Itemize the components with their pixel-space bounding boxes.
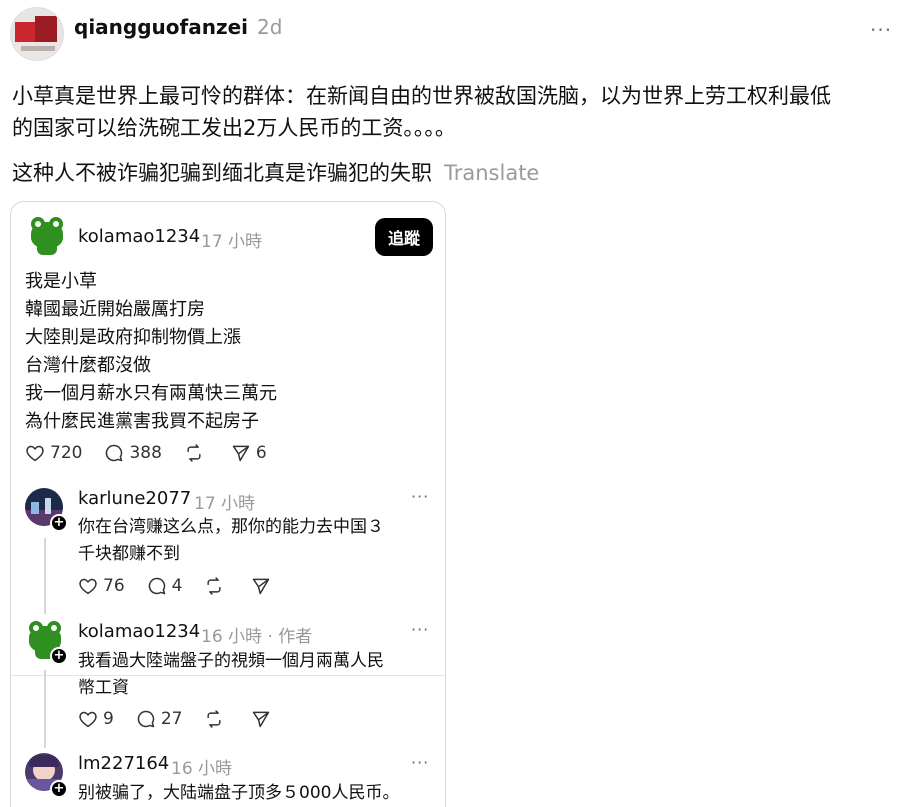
reply-text: 你在台湾赚这么点，那你的能力去中国３ 千块都赚不到 — [78, 514, 428, 568]
reply-username[interactable]: karlune2077 — [78, 488, 191, 509]
like-button[interactable]: 720 — [25, 443, 82, 463]
like-button[interactable]: 76 — [78, 576, 125, 596]
reply-actions: 9 27 — [78, 709, 298, 729]
reply-text: 我看過大陸端盤子的視頻一個月兩萬人民 幣工資 — [78, 648, 428, 702]
frog-avatar-icon[interactable] — [27, 216, 67, 256]
plus-icon[interactable]: + — [50, 514, 68, 532]
quote-line: 大陸則是政府抑制物價上漲 — [25, 327, 241, 348]
like-count: 9 — [103, 709, 114, 729]
comment-count: 27 — [160, 709, 183, 729]
quote-time: 17 小時 — [201, 232, 263, 252]
post-text-line: 这种人不被诈骗犯骗到缅北真是诈骗犯的失职 — [12, 161, 432, 185]
comment-bubble-icon — [137, 710, 155, 728]
reply-line: 千块都赚不到 — [78, 544, 180, 564]
like-count: 720 — [50, 443, 83, 463]
repost-icon — [187, 444, 201, 462]
send-icon — [232, 445, 250, 462]
like-count: 76 — [103, 576, 125, 596]
repost-icon — [207, 577, 222, 595]
reply-time: 17 小時 — [194, 494, 256, 514]
reply-username[interactable]: kolamao1234 — [78, 621, 200, 642]
comment-bubble-icon — [106, 444, 123, 462]
quote-line: 我是小草 — [25, 271, 97, 292]
quote-username[interactable]: kolamao1234 — [78, 226, 200, 247]
more-dots-icon[interactable]: ··· — [411, 620, 429, 639]
comment-count: 4 — [171, 576, 183, 596]
follow-button[interactable]: 追蹤 — [375, 218, 433, 256]
post-header — [10, 6, 64, 62]
share-button[interactable] — [251, 709, 276, 729]
post-text-line: 的国家可以给洗碗工发出2万人民币的工资。。。。 — [12, 116, 456, 140]
thread-line — [44, 538, 46, 614]
quote-text: 我是小草 韓國最近開始嚴厲打房 大陸則是政府抑制物價上漲 台灣什麼都沒做 我一個… — [25, 268, 277, 436]
repost-icon — [207, 710, 222, 728]
heart-icon — [79, 578, 97, 595]
reply-line: 我看過大陸端盤子的視頻一個月兩萬人民 — [78, 651, 384, 671]
repost-button[interactable] — [204, 576, 229, 596]
comment-button[interactable]: 27 — [136, 709, 183, 729]
post-body-second: 这种人不被诈骗犯骗到缅北真是诈骗犯的失职 Translate — [12, 157, 897, 189]
plus-icon[interactable]: + — [50, 647, 68, 665]
reply-time: 16 小時 — [171, 759, 233, 779]
comment-count: 388 — [129, 443, 162, 463]
reply-text: 别被骗了，大陆端盘子顶多５000人民币。 — [78, 780, 428, 807]
share-button[interactable]: 6 — [231, 443, 267, 463]
post-body: 小草真是世界上最可怜的群体：在新闻自由的世界被敌国洗脑，以为世界上劳工权利最低 … — [12, 80, 897, 144]
share-count: 6 — [255, 443, 267, 463]
repost-button[interactable] — [184, 443, 209, 463]
reply-actions: 76 4 — [78, 576, 298, 596]
share-button[interactable] — [251, 576, 276, 596]
send-icon — [253, 578, 270, 595]
repost-button[interactable] — [204, 709, 229, 729]
heart-icon — [79, 711, 97, 728]
heart-icon — [26, 445, 44, 462]
thread-line — [44, 670, 46, 748]
comment-bubble-icon — [148, 577, 165, 595]
comment-button[interactable]: 4 — [147, 576, 183, 596]
quote-line: 台灣什麼都沒做 — [25, 355, 151, 376]
reply-time: 16 小時 · 作者 — [201, 627, 313, 647]
quote-actions: 720 388 6 — [25, 443, 289, 463]
reply-line: 你在台湾赚这么点，那你的能力去中国３ — [78, 517, 384, 537]
quote-line: 我一個月薪水只有兩萬快三萬元 — [25, 383, 277, 404]
more-dots-icon[interactable]: ··· — [870, 18, 892, 42]
quote-line: 為什麼民進黨害我買不起房子 — [25, 411, 259, 432]
avatar[interactable] — [10, 7, 64, 61]
post-time: 2d — [257, 15, 283, 39]
comment-button[interactable]: 388 — [104, 443, 162, 463]
quoted-thread-card[interactable]: kolamao1234 17 小時 追蹤 我是小草 韓國最近開始嚴厲打房 大陸則… — [10, 201, 446, 807]
post-text-line: 小草真是世界上最可怜的群体：在新闻自由的世界被敌国洗脑，以为世界上劳工权利最低 — [12, 84, 831, 108]
quote-line: 韓國最近開始嚴厲打房 — [25, 299, 205, 320]
post-username[interactable]: qiangguofanzei — [74, 15, 248, 39]
more-dots-icon[interactable]: ··· — [411, 753, 429, 772]
send-icon — [253, 711, 270, 728]
like-button[interactable]: 9 — [78, 709, 114, 729]
reply-username[interactable]: lm227164 — [78, 753, 169, 774]
translate-link[interactable]: Translate — [444, 161, 539, 185]
reply-line: 别被骗了，大陆端盘子顶多５000人民币。 — [78, 783, 400, 803]
more-dots-icon[interactable]: ··· — [411, 487, 429, 506]
plus-icon[interactable]: + — [50, 780, 68, 798]
reply-line: 幣工資 — [78, 678, 129, 698]
